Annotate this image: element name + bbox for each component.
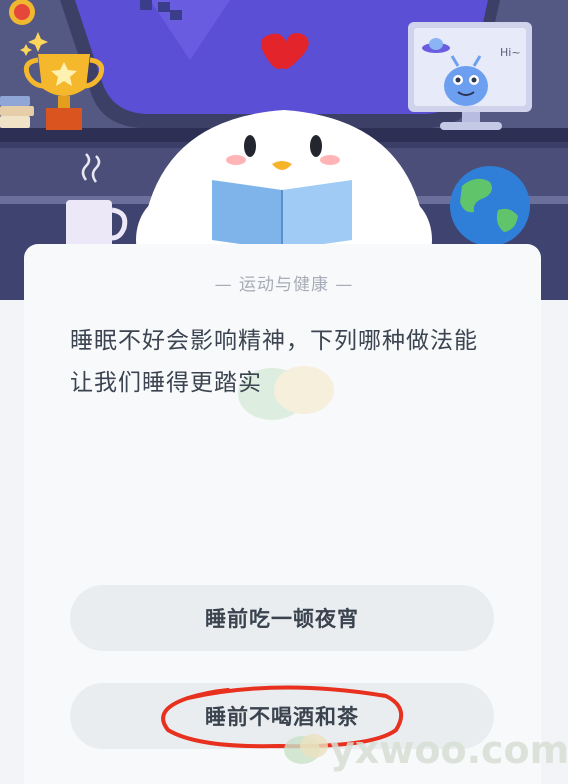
books-icon bbox=[0, 96, 34, 128]
option-label-1: 睡前吃一顿夜宵 bbox=[205, 607, 359, 631]
watermark-icon bbox=[284, 734, 328, 764]
penguin-badge-icon bbox=[9, 0, 35, 25]
option-button-1[interactable]: 睡前吃一顿夜宵 bbox=[70, 585, 494, 651]
category-label: — 运动与健康 — bbox=[214, 275, 354, 295]
watermark-text: yxwoo.com bbox=[330, 728, 568, 772]
monitor-bubble-text: Hi~ bbox=[500, 46, 521, 59]
question-text: 睡眠不好会影响精神，下列哪种做法能让我们睡得更踏实 bbox=[70, 328, 478, 396]
